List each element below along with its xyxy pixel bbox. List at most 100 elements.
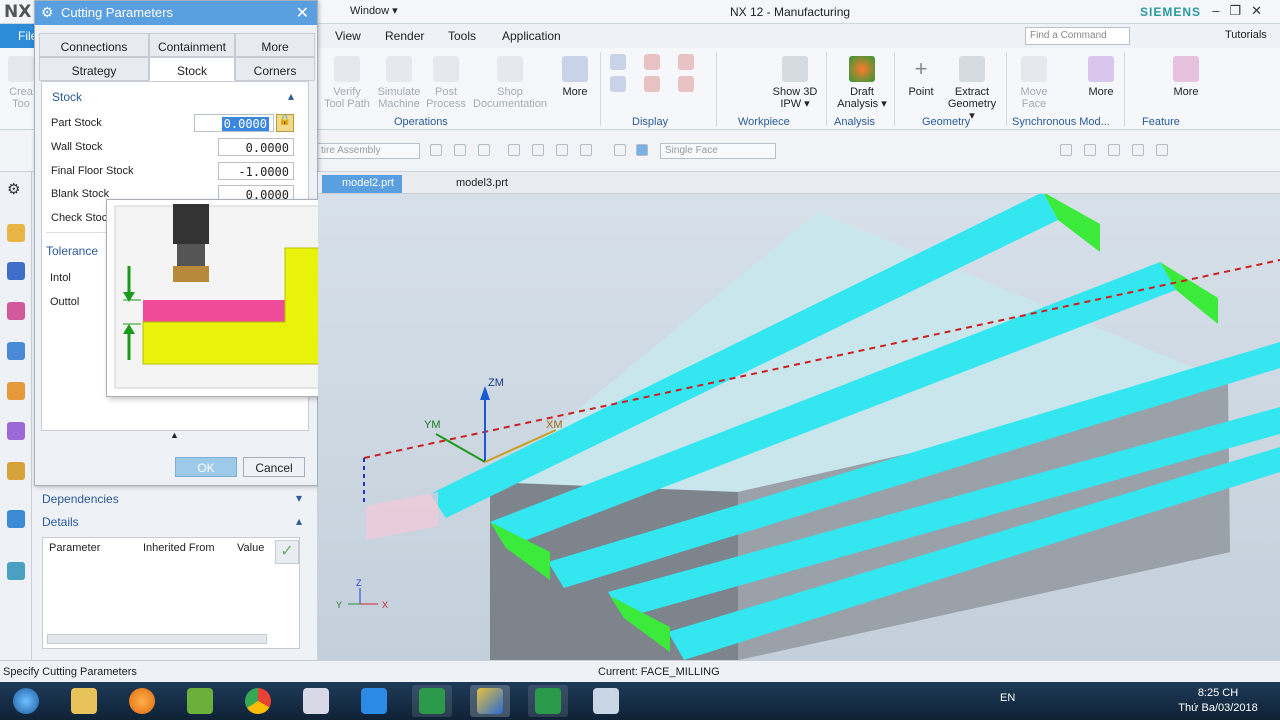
filter-icon[interactable] (454, 144, 466, 156)
taskbar-app[interactable] (528, 685, 568, 717)
stock-section-header[interactable]: Stock (52, 90, 82, 104)
simulate-machine-button[interactable]: Simulate Machine (376, 56, 422, 110)
machine-tool-icon[interactable] (7, 262, 25, 280)
tab-application[interactable]: Application (502, 29, 561, 43)
ok-button[interactable]: OK (175, 457, 237, 477)
horizontal-scrollbar[interactable] (47, 634, 267, 644)
operation-navigator-icon[interactable] (7, 224, 25, 242)
group-separator (1124, 52, 1125, 126)
taskbar-explorer[interactable] (64, 685, 104, 717)
display-tool-1[interactable] (608, 54, 628, 74)
tab-model2[interactable]: model2.prt (322, 175, 402, 193)
more-sync-button[interactable]: More (1084, 56, 1118, 98)
nx-icon (477, 688, 503, 714)
view-icon[interactable] (1084, 144, 1096, 156)
taskbar-calculator[interactable] (586, 685, 626, 717)
chevron-up-icon[interactable]: ▴ (288, 89, 294, 103)
display-tool-5[interactable] (676, 54, 696, 74)
display-tool-6[interactable] (676, 76, 696, 96)
graphics-window[interactable]: ZM YM XM Z Y X (318, 172, 1280, 660)
command-search-input[interactable]: Find a Command (1025, 27, 1130, 45)
final-floor-stock-input[interactable]: -1.0000 (218, 162, 294, 180)
display-tool-4[interactable] (642, 76, 662, 96)
face-rule-filter[interactable]: Single Face (660, 143, 776, 159)
tab-containment[interactable]: Containment (149, 33, 235, 57)
taskbar-zalo[interactable] (354, 685, 394, 717)
tab-corners[interactable]: Corners (235, 57, 315, 81)
history-icon[interactable] (7, 342, 25, 360)
taskbar-app[interactable] (412, 685, 452, 717)
web-browser-icon[interactable] (7, 462, 25, 480)
reuse-library-icon[interactable] (7, 382, 25, 400)
tab-stock[interactable]: Stock (149, 57, 235, 81)
lock-icon[interactable]: 🔒 (276, 114, 294, 132)
shop-documentation-button[interactable]: Shop Documentation (470, 56, 550, 110)
view-icon[interactable] (1108, 144, 1120, 156)
display-tool-3[interactable] (642, 54, 662, 74)
minimize-icon[interactable]: – (1212, 3, 1229, 18)
tab-model3[interactable]: model3.prt (436, 175, 516, 193)
close-icon[interactable]: ✕ (1251, 3, 1272, 18)
dependencies-header[interactable]: Dependencies ▾ (34, 488, 310, 510)
post-process-button[interactable]: Post Process (426, 56, 466, 110)
wall-stock-input[interactable]: 0.0000 (218, 138, 294, 156)
filter-icon[interactable] (430, 144, 442, 156)
filter-icon[interactable] (556, 144, 568, 156)
roles-icon[interactable] (7, 510, 25, 528)
view-icon[interactable] (1060, 144, 1072, 156)
tab-tools[interactable]: Tools (448, 29, 476, 43)
taskbar-app[interactable] (180, 685, 220, 717)
language-indicator[interactable]: EN (1000, 692, 1015, 704)
expand-up-icon[interactable]: ▲ (170, 430, 179, 440)
taskbar-app[interactable] (122, 685, 162, 717)
filter-icon[interactable] (580, 144, 592, 156)
window-menu[interactable]: Window ▾ (350, 4, 398, 17)
tutorials-link[interactable]: Tutorials (1225, 29, 1267, 41)
show-3d-ipw-button[interactable]: Show 3D IPW ▾ (770, 56, 820, 110)
tab-view[interactable]: View (335, 29, 361, 43)
hd3d-icon[interactable] (7, 422, 25, 440)
more-feature-button[interactable]: More (1168, 56, 1204, 98)
details-header[interactable]: Details ▴ (34, 511, 310, 533)
filter-icon[interactable] (532, 144, 544, 156)
filter-icon[interactable] (478, 144, 490, 156)
more-icon (1173, 56, 1199, 82)
tab-strategy[interactable]: Strategy (39, 57, 149, 81)
cancel-button[interactable]: Cancel (243, 457, 305, 477)
move-face-button[interactable]: Move Face (1016, 56, 1052, 110)
draft-analysis-button[interactable]: Draft Analysis ▾ (834, 56, 890, 110)
window-controls[interactable]: –❐✕ (1212, 3, 1272, 19)
filter-icon[interactable] (508, 144, 520, 156)
restore-icon[interactable]: ❐ (1229, 3, 1251, 18)
tolerance-section-header[interactable]: Tolerance (46, 244, 98, 258)
filter-icon[interactable] (636, 144, 648, 156)
extract-geometry-button[interactable]: Extract Geometry ▾ (944, 56, 1000, 122)
model-view[interactable]: ZM YM XM Z Y X (318, 172, 1280, 660)
system-clock[interactable]: 8:25 CH Thứ Ba/03/2018 (1178, 686, 1258, 716)
tab-connections[interactable]: Connections (39, 33, 149, 57)
tab-more[interactable]: More (235, 33, 315, 57)
create-tool-button[interactable]: Crea Too (6, 56, 36, 110)
more-operations-button[interactable]: More (558, 56, 592, 98)
chevron-down-icon[interactable]: ▾ (296, 491, 302, 505)
view-icon[interactable] (1132, 144, 1144, 156)
taskbar-chrome[interactable] (238, 685, 278, 717)
part-navigator-icon[interactable] (7, 302, 25, 320)
view-icon[interactable] (1156, 144, 1168, 156)
filter-icon[interactable] (614, 144, 626, 156)
start-button[interactable] (6, 685, 46, 717)
taskbar-app[interactable] (296, 685, 336, 717)
close-icon[interactable]: ✕ (296, 3, 309, 23)
tab-render[interactable]: Render (385, 29, 424, 43)
assembly-filter[interactable]: tire Assembly (316, 143, 420, 159)
taskbar-nx[interactable] (470, 685, 510, 717)
chevron-up-icon[interactable]: ▴ (296, 514, 302, 528)
gear-icon[interactable]: ⚙ (7, 180, 25, 198)
point-button[interactable]: + Point (904, 56, 938, 98)
checkmark-icon[interactable]: ✓ (275, 540, 299, 564)
tool-inserts (173, 266, 209, 282)
display-tool-2[interactable] (608, 76, 628, 96)
system-materials-icon[interactable] (7, 562, 25, 580)
part-stock-input[interactable]: 0.0000 (194, 114, 274, 132)
verify-tool-path-button[interactable]: Verify Tool Path (322, 56, 372, 110)
